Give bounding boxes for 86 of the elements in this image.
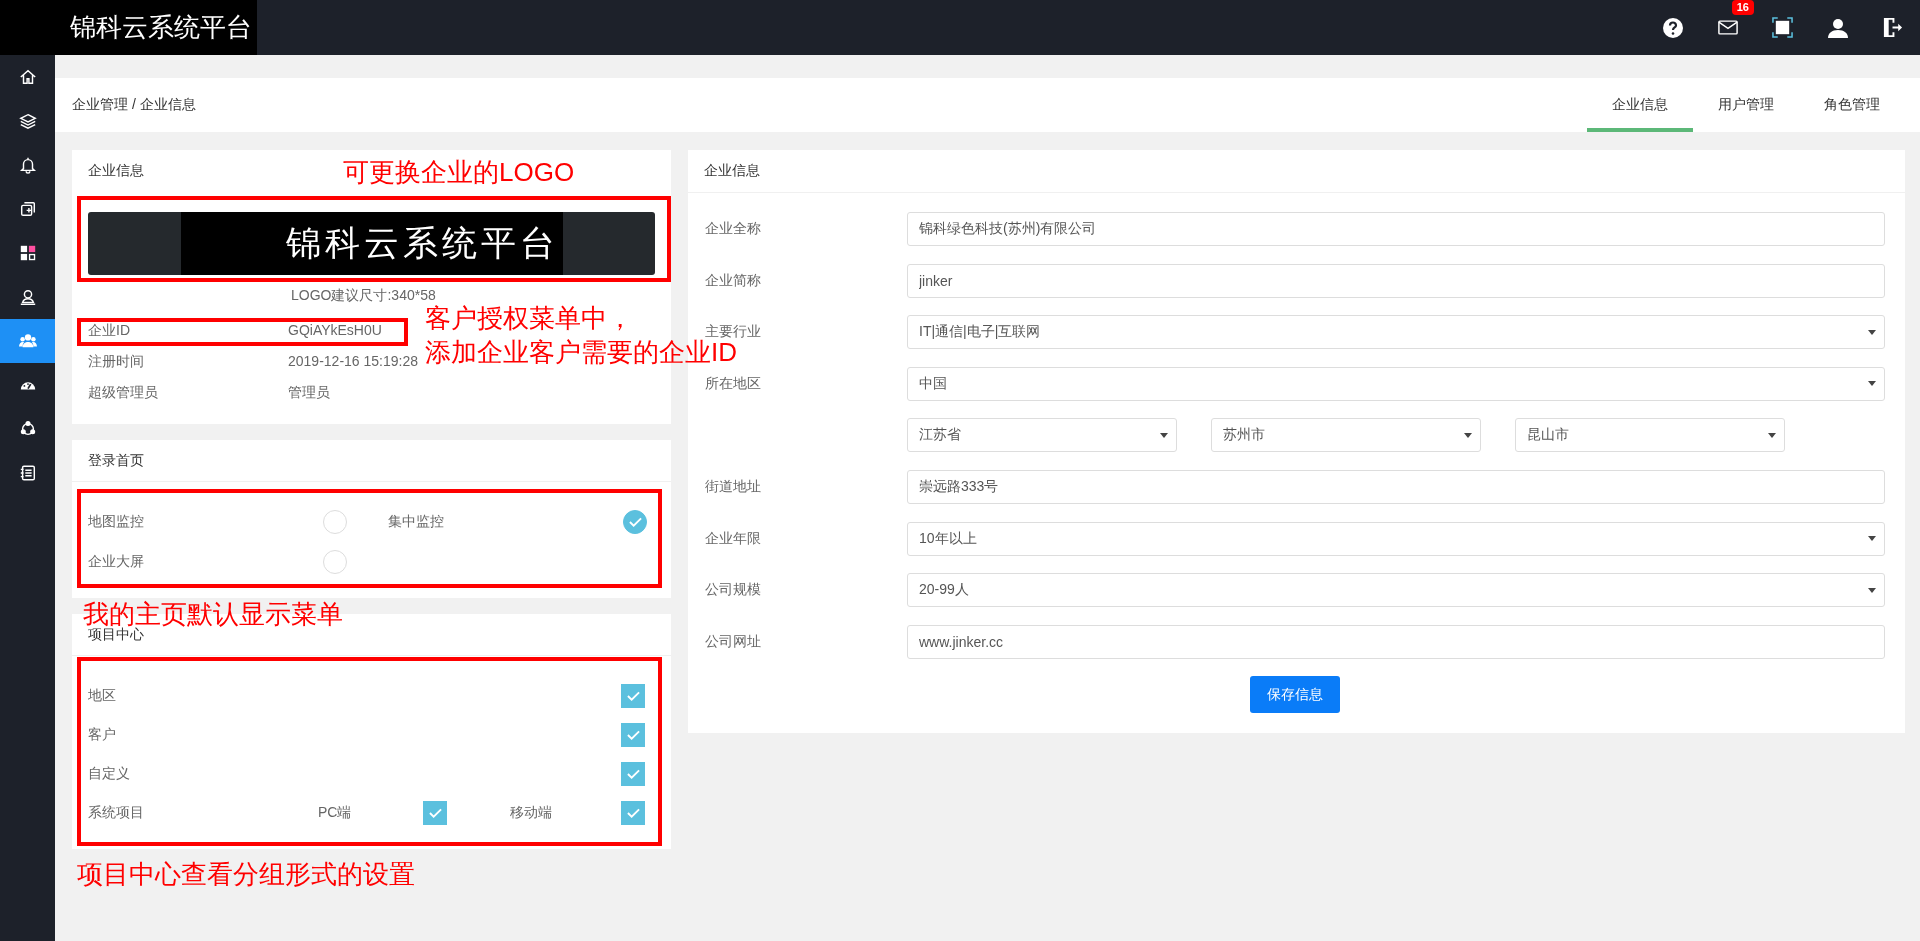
option-label: 地区 — [88, 686, 116, 703]
check-icon — [626, 729, 640, 740]
user-icon — [1826, 16, 1849, 39]
select-field[interactable]: 10年以上 — [907, 521, 1885, 556]
help-icon — [1661, 16, 1684, 39]
check-icon — [428, 807, 442, 818]
caret-icon — [1868, 587, 1876, 593]
field-label: 超级管理员 — [88, 383, 158, 402]
caret-icon — [1160, 432, 1168, 438]
select-field[interactable]: 苏州市 — [1211, 418, 1481, 453]
group-icon — [17, 332, 38, 350]
option-label: 自定义 — [88, 764, 130, 781]
field-label: 街道地址 — [705, 477, 762, 496]
field-label: 企业简称 — [705, 271, 762, 290]
exit-icon — [1882, 17, 1903, 38]
mail-icon — [1717, 20, 1738, 35]
option-label: 地图监控 — [88, 513, 145, 531]
input-field[interactable]: jinker — [907, 263, 1885, 298]
select-field[interactable]: 中国 — [907, 366, 1885, 401]
checkbox[interactable] — [621, 683, 645, 708]
annotation-text: 可更换企业的LOGO — [343, 156, 575, 188]
field-label: 企业ID — [88, 321, 130, 340]
check-icon — [626, 807, 640, 818]
field-label: 所在地区 — [705, 374, 762, 393]
radio-button[interactable] — [323, 510, 347, 534]
tab[interactable]: 角色管理 — [1799, 78, 1905, 132]
list-icon — [18, 464, 37, 482]
logo-size-hint: LOGO建议尺寸:340*58 — [290, 286, 437, 305]
checkbox[interactable] — [423, 800, 447, 825]
caret-icon — [1868, 536, 1876, 542]
caret-icon — [1868, 381, 1876, 387]
checkbox[interactable] — [621, 722, 645, 747]
field-label: 公司网址 — [705, 632, 762, 651]
option-label: 系统项目 — [88, 803, 145, 822]
home-icon — [18, 68, 37, 86]
tab[interactable]: 用户管理 — [1693, 78, 1799, 132]
logo-preview[interactable]: 锦科云系统平台 — [88, 212, 655, 275]
checkbox[interactable] — [621, 761, 645, 786]
tab[interactable]: 企业信息 — [1587, 78, 1693, 132]
select-field[interactable]: IT|通信|电子|互联网 — [907, 315, 1885, 350]
input-field[interactable]: www.jinker.cc — [907, 624, 1885, 659]
select-field[interactable]: 20-99人 — [907, 573, 1885, 608]
input-field[interactable]: 崇远路333号 — [907, 469, 1885, 504]
caret-icon — [1464, 432, 1472, 438]
check-icon — [626, 690, 640, 701]
annotation-text: 添加企业客户需要的企业ID — [425, 337, 737, 368]
layers-icon — [18, 112, 37, 130]
unread-badge: 16 — [1731, 0, 1754, 15]
save-button[interactable]: 保存信息 — [1250, 676, 1340, 714]
field-label: 企业全称 — [705, 220, 762, 238]
input-field[interactable]: 锦科绿色科技(苏州)有限公司 — [907, 212, 1885, 246]
option-label: 移动端 — [510, 803, 553, 822]
app-logo: 锦科云系统平台 — [0, 0, 257, 55]
field-value: 管理员 — [288, 383, 330, 402]
select-field[interactable]: 江苏省 — [907, 418, 1177, 453]
option-label: PC端 — [318, 803, 353, 822]
radio-button[interactable] — [623, 510, 647, 534]
copy-icon — [18, 200, 37, 218]
select-field[interactable]: 昆山市 — [1515, 418, 1785, 453]
annotation-text: 客户授权菜单中， — [425, 302, 633, 334]
field-value: GQiAYkEsH0U — [288, 321, 382, 340]
option-label: 集中监控 — [388, 513, 445, 531]
field-label: 企业年限 — [705, 529, 762, 548]
card-title: 企业信息 — [704, 162, 760, 180]
check-icon — [628, 517, 642, 527]
grid-icon — [18, 244, 37, 262]
annotation-text: 项目中心查看分组形式的设置 — [77, 858, 415, 890]
mail-button[interactable]: 16 — [1700, 0, 1755, 55]
field-label: 公司规模 — [705, 581, 762, 600]
card-title: 登录首页 — [88, 451, 144, 470]
field-label: 注册时间 — [88, 352, 144, 371]
check-icon — [626, 768, 640, 779]
field-label: 主要行业 — [705, 323, 762, 340]
radio-button[interactable] — [323, 550, 347, 574]
checkbox[interactable] — [621, 800, 645, 825]
nodes-icon — [18, 420, 37, 438]
card-title: 企业信息 — [88, 162, 144, 180]
option-label: 客户 — [88, 725, 116, 742]
bell-icon — [18, 156, 37, 174]
option-label: 企业大屏 — [88, 553, 145, 571]
user-icon — [18, 288, 37, 306]
caret-icon — [1768, 432, 1776, 438]
caret-icon — [1868, 329, 1876, 335]
breadcrumb: 企业管理 / 企业信息 — [72, 96, 196, 114]
field-value: 2019-12-16 15:19:28 — [288, 352, 418, 371]
fullscreen-icon — [1772, 17, 1793, 38]
